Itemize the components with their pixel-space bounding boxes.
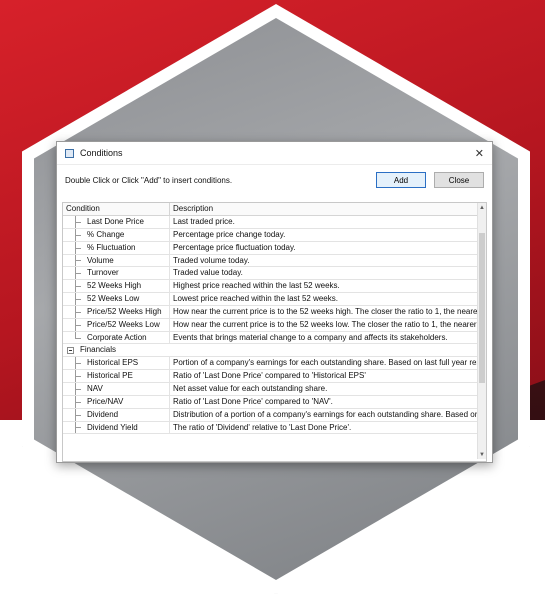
condition-name: Price/NAV: [87, 396, 124, 406]
tree-connector: [63, 318, 81, 331]
condition-name: Turnover: [87, 268, 119, 278]
condition-description: Percentage price fluctuation today.: [173, 242, 296, 252]
table-row[interactable]: Last Done Price Last traded price.: [63, 216, 486, 229]
table-row[interactable]: Dividend Yield The ratio of 'Dividend' r…: [63, 421, 486, 435]
condition-name: Volume: [87, 255, 114, 265]
condition-name: Historical PE: [87, 371, 133, 381]
table-row[interactable]: 52 Weeks Low Lowest price reached within…: [63, 293, 486, 306]
close-button[interactable]: Close: [434, 172, 484, 188]
tree-connector: [63, 267, 81, 280]
condition-description: The ratio of 'Dividend' relative to 'Las…: [173, 422, 352, 432]
scroll-down-icon[interactable]: ▼: [478, 450, 486, 459]
condition-name: Price/52 Weeks Low: [87, 319, 160, 329]
add-button[interactable]: Add: [376, 172, 426, 188]
tree-connector: [63, 421, 81, 434]
tree-connector: [63, 382, 81, 395]
table-row[interactable]: Historical EPS Portion of a company's ea…: [63, 357, 486, 371]
condition-description: Lowest price reached within the last 52 …: [173, 294, 338, 304]
condition-name: 52 Weeks High: [87, 281, 142, 291]
condition-description: Ratio of 'Last Done Price' compared to '…: [173, 396, 333, 406]
tree-connector: [63, 280, 81, 292]
tree-connector: [63, 228, 81, 241]
condition-name: Dividend: [87, 409, 119, 419]
collapse-icon[interactable]: [67, 346, 74, 354]
condition-name: 52 Weeks Low: [87, 294, 140, 304]
condition-description: Net asset value for each outstanding sha…: [173, 383, 328, 393]
tree-connector: [63, 331, 81, 344]
table-row[interactable]: Price/52 Weeks Low How near the current …: [63, 318, 486, 332]
condition-description: Traded volume today.: [173, 255, 250, 265]
condition-name: Corporate Action: [87, 332, 147, 342]
tree-connector: [63, 293, 81, 305]
condition-description: Traded value today.: [173, 268, 243, 278]
table-row[interactable]: Turnover Traded value today.: [63, 267, 486, 281]
table-row[interactable]: Price/NAV Ratio of 'Last Done Price' com…: [63, 395, 486, 409]
condition-name: Price/52 Weeks High: [87, 306, 162, 316]
tree-connector: [63, 408, 81, 421]
condition-name: NAV: [87, 383, 103, 393]
condition-description: Distribution of a portion of a company's…: [173, 409, 478, 419]
window-icon: [65, 148, 74, 158]
condition-name: % Change: [87, 229, 125, 239]
tree-connector: [63, 216, 81, 228]
condition-name: % Fluctuation: [87, 242, 136, 252]
tree-connector: [63, 305, 81, 318]
table-row[interactable]: Dividend Distribution of a portion of a …: [63, 408, 486, 422]
table-row[interactable]: Corporate Action Events that brings mate…: [63, 331, 486, 345]
vertical-scrollbar[interactable]: ▲ ▼: [477, 203, 486, 459]
table-row[interactable]: % Fluctuation Percentage price fluctuati…: [63, 241, 486, 255]
tree-connector: [63, 395, 81, 408]
table-row[interactable]: Historical PE Ratio of 'Last Done Price'…: [63, 370, 486, 383]
conditions-dialog: Conditions ✕ Double Click or Click "Add"…: [56, 141, 493, 463]
dialog-toolbar: Double Click or Click "Add" to insert co…: [57, 165, 492, 195]
condition-description: Ratio of 'Last Done Price' compared to '…: [173, 371, 366, 381]
table-row[interactable]: % Change Percentage price change today.: [63, 228, 486, 242]
condition-description: How near the current price is to the 52 …: [173, 319, 478, 329]
dialog-titlebar: Conditions ✕: [57, 142, 492, 165]
condition-description: Percentage price change today.: [173, 229, 286, 239]
column-header-condition[interactable]: Condition: [63, 203, 170, 215]
condition-name: Last Done Price: [87, 217, 144, 226]
group-label: Financials: [80, 345, 117, 355]
conditions-grid: Condition Description Last Done Price La…: [62, 202, 487, 462]
table-row[interactable]: NAV Net asset value for each outstanding…: [63, 382, 486, 396]
tree-connector: [63, 241, 81, 254]
condition-description: Portion of a company's earnings for each…: [173, 358, 478, 368]
condition-description: How near the current price is to the 52 …: [173, 306, 478, 316]
condition-description: Events that brings material change to a …: [173, 332, 448, 342]
condition-name: Dividend Yield: [87, 422, 138, 432]
column-header-description[interactable]: Description: [170, 203, 478, 215]
instruction-text: Double Click or Click "Add" to insert co…: [65, 175, 233, 185]
group-row-financials[interactable]: Financials: [63, 344, 486, 358]
condition-description: Last traded price.: [173, 217, 235, 226]
grid-header: Condition Description: [63, 203, 486, 216]
scroll-thumb[interactable]: [479, 233, 485, 383]
dialog-title: Conditions: [80, 148, 123, 158]
table-row[interactable]: Volume Traded volume today.: [63, 254, 486, 268]
close-icon[interactable]: ✕: [475, 147, 484, 160]
table-row[interactable]: 52 Weeks High Highest price reached with…: [63, 280, 486, 294]
condition-description: Highest price reached within the last 52…: [173, 281, 340, 291]
table-row[interactable]: Price/52 Weeks High How near the current…: [63, 305, 486, 319]
tree-connector: [63, 254, 81, 267]
scroll-up-icon[interactable]: ▲: [478, 203, 486, 212]
tree-connector: [63, 370, 81, 382]
condition-name: Historical EPS: [87, 358, 139, 368]
tree-connector: [63, 357, 81, 369]
